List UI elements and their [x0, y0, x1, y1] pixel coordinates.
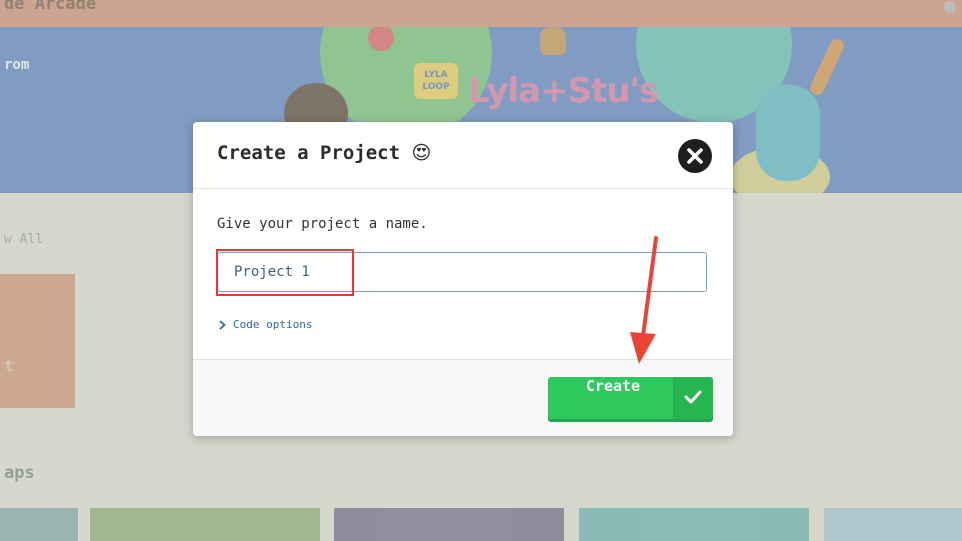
code-options-label: Code options [233, 318, 313, 331]
dialog-title: Create a Project 😍 [217, 142, 431, 164]
create-button-label: Create [585, 377, 641, 395]
heart-eyes-emoji-icon: 😍 [411, 142, 432, 164]
project-name-input[interactable] [217, 252, 707, 292]
code-options-toggle[interactable]: Code options [219, 318, 312, 331]
close-button[interactable] [678, 139, 712, 173]
dialog-footer: Create [193, 359, 733, 436]
dialog-body: Give your project a name. Code options [193, 189, 733, 359]
chevron-right-icon [219, 319, 226, 330]
create-check-area [673, 377, 713, 419]
check-icon [684, 390, 702, 404]
close-icon [687, 148, 703, 164]
name-prompt: Give your project a name. [217, 216, 428, 232]
dialog-header: Create a Project 😍 [193, 122, 733, 189]
create-button[interactable]: Create [548, 377, 713, 419]
create-project-dialog: Create a Project 😍 Give your project a n… [193, 122, 733, 436]
dialog-title-text: Create a Project [217, 142, 401, 164]
